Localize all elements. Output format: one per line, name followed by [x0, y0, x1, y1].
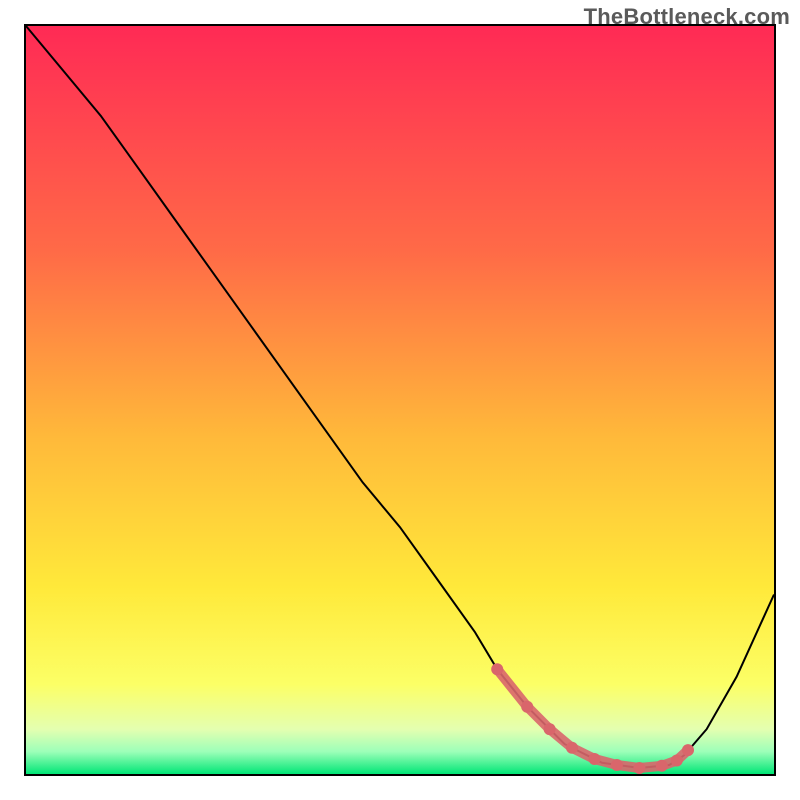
- watermark-text: TheBottleneck.com: [584, 4, 790, 30]
- chart-container: TheBottleneck.com: [0, 0, 800, 800]
- bottleneck-curve: [26, 26, 774, 768]
- highlight-band: [491, 663, 694, 774]
- plot-area: [24, 24, 776, 776]
- curve-layer: [26, 26, 774, 774]
